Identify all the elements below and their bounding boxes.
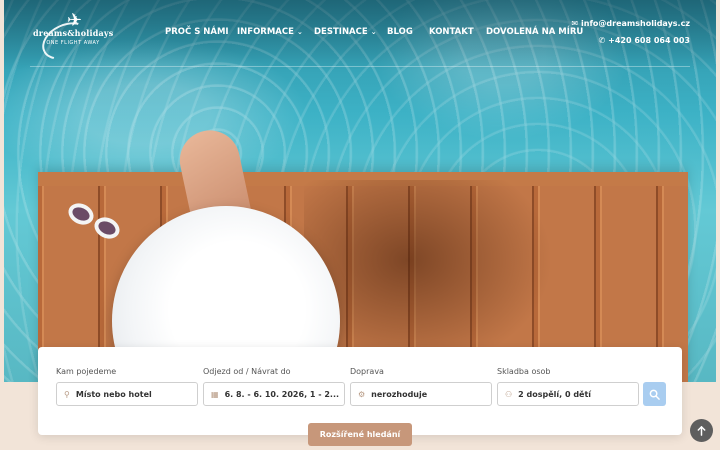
contact-email[interactable]: ✉ info@dreamsholidays.cz bbox=[571, 15, 690, 32]
chevron-down-icon: ⌄ bbox=[296, 28, 303, 36]
sunglasses bbox=[64, 199, 128, 246]
advanced-search-button[interactable]: Rozšířené hledání bbox=[308, 423, 412, 446]
map-pin-icon: ⚲ bbox=[64, 389, 70, 399]
search-icon bbox=[649, 389, 660, 400]
search-panel: Kam pojedeme ⚲ Místo nebo hotel Odjezd o… bbox=[38, 347, 682, 435]
travelers-select[interactable]: ⚇ 2 dospělí, 0 dětí bbox=[497, 382, 639, 406]
header: ✈ dreams&holidays ONE FLIGHT AWAY PROČ S… bbox=[0, 0, 720, 67]
dates-field: Odjezd od / Návrat do ▦ 6. 8. - 6. 10. 2… bbox=[203, 367, 345, 406]
contact-info: ✉ info@dreamsholidays.cz ✆ +420 608 064 00… bbox=[571, 15, 690, 49]
contact-phone[interactable]: ✆ +420 608 064 003 bbox=[571, 32, 690, 49]
header-divider bbox=[30, 66, 690, 67]
destination-label: Kam pojedeme bbox=[56, 367, 117, 376]
transport-label: Doprava bbox=[350, 367, 384, 376]
transport-select[interactable]: ⚙ nerozhoduje bbox=[350, 382, 492, 406]
dates-input[interactable]: ▦ 6. 8. - 6. 10. 2026, 1 - 2... bbox=[203, 382, 345, 406]
arrow-up-icon bbox=[697, 426, 706, 436]
nav-item-informace[interactable]: INFORMACE ⌄ bbox=[237, 27, 303, 37]
nav-item-kontakt[interactable]: KONTAKT bbox=[429, 27, 474, 37]
travelers-label: Skladba osob bbox=[497, 367, 551, 376]
transport-field: Doprava ⚙ nerozhoduje bbox=[350, 367, 492, 406]
page: ✈ dreams&holidays ONE FLIGHT AWAY PROČ S… bbox=[0, 0, 720, 450]
destination-input[interactable]: ⚲ Místo nebo hotel bbox=[56, 382, 198, 406]
scroll-to-top-button[interactable] bbox=[690, 419, 713, 442]
destination-field: Kam pojedeme ⚲ Místo nebo hotel bbox=[56, 367, 198, 406]
transport-icon: ⚙ bbox=[358, 389, 366, 399]
search-button[interactable] bbox=[643, 382, 666, 406]
nav-item-destinace[interactable]: DESTINACE ⌄ bbox=[314, 27, 377, 37]
logo-tagline: ONE FLIGHT AWAY bbox=[46, 40, 100, 46]
nav-item-blog[interactable]: BLOG bbox=[387, 27, 413, 37]
travelers-field: Skladba osob ⚇ 2 dospělí, 0 dětí bbox=[497, 367, 639, 406]
chevron-down-icon: ⌄ bbox=[370, 28, 377, 36]
phone-icon: ✆ bbox=[598, 36, 606, 45]
people-icon: ⚇ bbox=[505, 389, 513, 399]
logo-name: dreams&holidays bbox=[33, 28, 114, 38]
envelope-icon: ✉ bbox=[571, 19, 579, 28]
dates-label: Odjezd od / Návrat do bbox=[203, 367, 291, 376]
logo[interactable]: ✈ dreams&holidays ONE FLIGHT AWAY bbox=[33, 10, 114, 67]
calendar-icon: ▦ bbox=[211, 389, 219, 399]
nav-item-dovolena-na-miru[interactable]: DOVOLENÁ NA MÍRU bbox=[486, 27, 583, 37]
nav-item-proc-s-nami[interactable]: PROČ S NÁMI bbox=[165, 27, 229, 37]
